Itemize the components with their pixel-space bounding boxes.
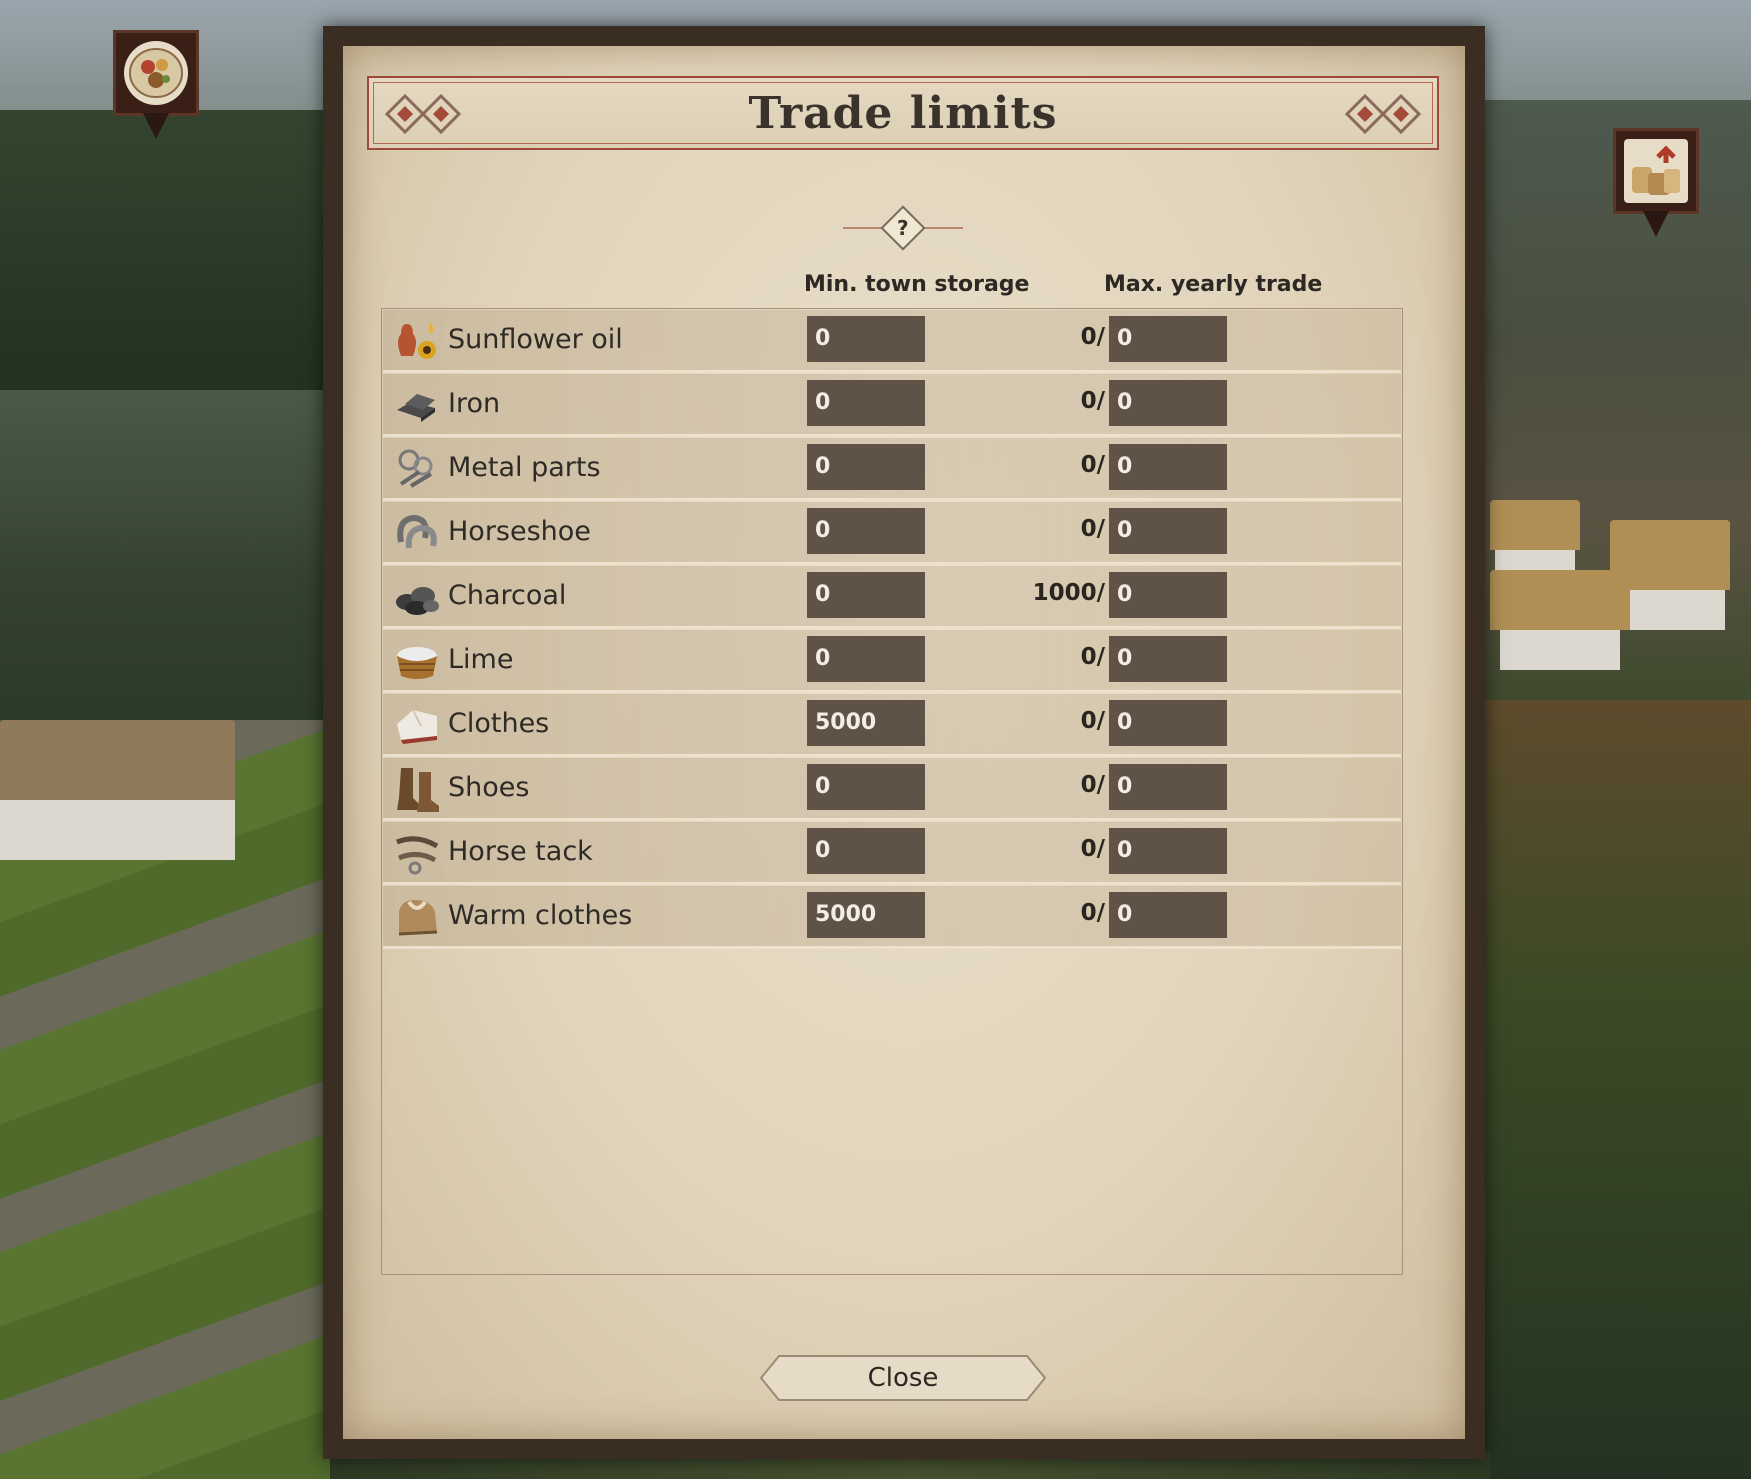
horseshoe-icon <box>397 514 437 549</box>
good-name: Metal parts <box>448 452 601 483</box>
help-button[interactable]: ? <box>880 205 926 251</box>
max-trade-input[interactable]: 0 <box>1109 316 1227 362</box>
table-row: Metal parts 0 0/ 0 <box>383 438 1401 501</box>
max-trade-input[interactable]: 0 <box>1109 764 1227 810</box>
min-storage-input[interactable]: 0 <box>807 764 925 810</box>
good-name: Horse tack <box>448 836 593 867</box>
metal-parts-icon <box>398 449 433 488</box>
min-storage-input[interactable]: 0 <box>807 444 925 490</box>
header-max-yearly-trade: Max. yearly trade <box>1104 272 1323 297</box>
table-row: Shoes 0 0/ 0 <box>383 758 1401 821</box>
table-row: Iron 0 0/ 0 <box>383 374 1401 437</box>
iron-icon <box>397 394 435 422</box>
shoes-icon <box>397 768 439 812</box>
food-plate-icon <box>124 41 188 105</box>
max-trade-input[interactable]: 0 <box>1109 892 1227 938</box>
max-trade-input[interactable]: 0 <box>1109 572 1227 618</box>
current-trade-value: 0/ <box>1080 644 1105 670</box>
current-trade-value: 0/ <box>1080 388 1105 414</box>
current-trade-value: 0/ <box>1080 516 1105 542</box>
max-trade-input[interactable]: 0 <box>1109 636 1227 682</box>
charcoal-icon <box>396 587 439 615</box>
max-trade-input[interactable]: 0 <box>1109 508 1227 554</box>
min-storage-input[interactable]: 5000 <box>807 892 925 938</box>
max-trade-input[interactable]: 0 <box>1109 700 1227 746</box>
horse-tack-icon <box>396 836 439 875</box>
close-button[interactable]: Close <box>759 1354 1047 1402</box>
current-trade-value: 1000/ <box>1032 580 1105 606</box>
sunflower-oil-icon <box>398 322 436 359</box>
good-name: Clothes <box>448 708 550 739</box>
max-trade-input[interactable]: 0 <box>1109 380 1227 426</box>
good-name: Horseshoe <box>448 516 591 547</box>
table-row: Charcoal 0 1000/ 0 <box>383 566 1401 629</box>
question-mark-icon: ? <box>897 215 909 240</box>
min-storage-input[interactable]: 0 <box>807 828 925 874</box>
table-row: Horseshoe 0 0/ 0 <box>383 502 1401 565</box>
table-row: Sunflower oil 0 0/ 0 <box>383 310 1401 373</box>
current-trade-value: 0/ <box>1080 708 1105 734</box>
export-goods-marker[interactable] <box>1613 128 1699 237</box>
good-name: Warm clothes <box>448 900 633 931</box>
clothes-icon <box>397 709 437 744</box>
min-storage-input[interactable]: 0 <box>807 572 925 618</box>
current-trade-value: 0/ <box>1080 452 1105 478</box>
table-row: Lime 0 0/ 0 <box>383 630 1401 693</box>
good-name: Charcoal <box>448 580 567 611</box>
min-storage-input[interactable]: 0 <box>807 316 925 362</box>
ornament-left-icon <box>384 93 462 135</box>
lime-basket-icon <box>397 647 437 679</box>
dialog-title: Trade limits <box>748 87 1058 139</box>
good-name: Sunflower oil <box>448 324 623 355</box>
ornament-right-icon <box>1344 93 1422 135</box>
table-row: Clothes 5000 0/ 0 <box>383 694 1401 757</box>
title-bar: Trade limits <box>367 76 1439 150</box>
max-trade-input[interactable]: 0 <box>1109 828 1227 874</box>
header-min-town-storage: Min. town storage <box>804 272 1030 297</box>
table-row: Horse tack 0 0/ 0 <box>383 822 1401 885</box>
close-label: Close <box>867 1363 939 1393</box>
min-storage-input[interactable]: 0 <box>807 636 925 682</box>
min-storage-input[interactable]: 0 <box>807 508 925 554</box>
current-trade-value: 0/ <box>1080 324 1105 350</box>
min-storage-input[interactable]: 5000 <box>807 700 925 746</box>
current-trade-value: 0/ <box>1080 772 1105 798</box>
table-row: Warm clothes 5000 0/ 0 <box>383 886 1401 949</box>
food-market-marker[interactable] <box>113 30 199 139</box>
good-name: Lime <box>448 644 514 675</box>
min-storage-input[interactable]: 0 <box>807 380 925 426</box>
current-trade-value: 0/ <box>1080 900 1105 926</box>
export-goods-icon <box>1624 139 1688 203</box>
current-trade-value: 0/ <box>1080 836 1105 862</box>
good-name: Shoes <box>448 772 530 803</box>
help-area: ? <box>843 205 963 251</box>
max-trade-input[interactable]: 0 <box>1109 444 1227 490</box>
warm-clothes-icon <box>398 900 438 936</box>
good-name: Iron <box>448 388 501 419</box>
